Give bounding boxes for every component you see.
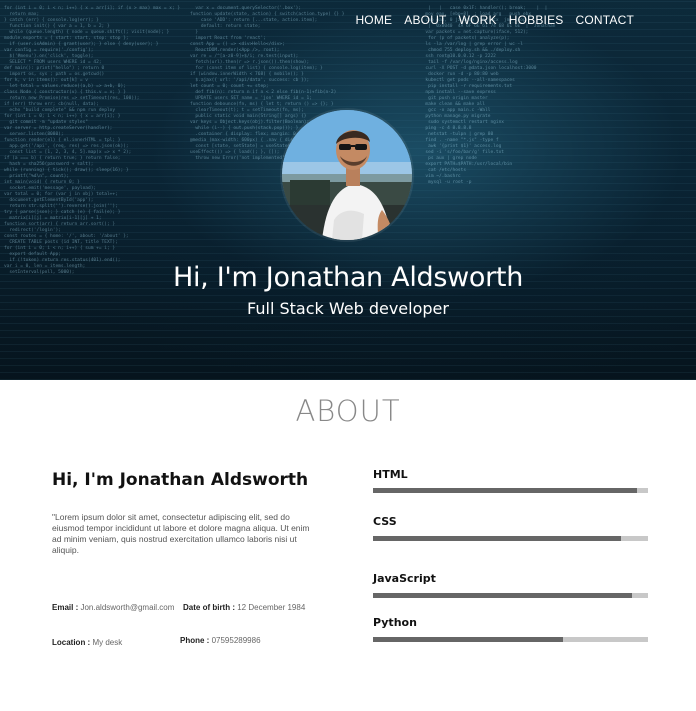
skill-fill-javascript	[373, 593, 632, 598]
profile-photo	[282, 110, 412, 240]
email-info: Email : Jon.aldsworth@gmail.com	[52, 603, 174, 612]
location-value: My desk	[92, 638, 123, 647]
location-label: Location :	[52, 638, 91, 647]
dob-info: Date of birth : 12 December 1984	[183, 603, 305, 612]
skill-bar-html	[373, 488, 648, 493]
code-background-left: for (int i = 0; i < n; i++) { x = arr[i]…	[4, 6, 181, 275]
skill-bar-css	[373, 536, 648, 541]
dob-label: Date of birth :	[183, 603, 235, 612]
profile-photo-illustration	[282, 110, 412, 240]
skill-label-html: HTML	[373, 468, 408, 481]
code-background-right: | | case 0x1F: handler(); break; | | mov…	[425, 6, 556, 185]
phone-label: Phone :	[180, 636, 210, 645]
email-value: Jon.aldsworth@gmail.com	[80, 603, 175, 612]
nav-home[interactable]: HOME	[355, 13, 392, 27]
email-label: Email :	[52, 603, 79, 612]
skill-bar-javascript	[373, 593, 648, 598]
dob-value: 12 December 1984	[237, 603, 306, 612]
skill-label-python: Python	[373, 616, 417, 629]
phone-info: Phone : 07595289986	[180, 636, 261, 645]
about-section-title: ABOUT	[295, 394, 401, 428]
skill-fill-html	[373, 488, 637, 493]
skill-fill-css	[373, 536, 621, 541]
nav-hobbies[interactable]: HOBBIES	[509, 13, 564, 27]
skill-label-javascript: JavaScript	[373, 572, 436, 585]
phone-value: 07595289986	[211, 636, 261, 645]
hero-section: for (int i = 0; i < n; i++) { x = arr[i]…	[0, 0, 696, 380]
nav-contact[interactable]: CONTACT	[575, 13, 634, 27]
nav-work[interactable]: WORK	[459, 13, 497, 27]
skill-label-css: CSS	[373, 515, 397, 528]
hero-title: Hi, I'm Jonathan Aldsworth	[172, 262, 524, 293]
hero-subtitle: Full Stack Web developer	[247, 299, 449, 318]
about-description: "Lorem ipsum dolor sit amet, consectetur…	[52, 512, 310, 555]
main-nav: HOME ABOUT WORK HOBBIES CONTACT	[355, 13, 634, 27]
about-heading: Hi, I'm Jonathan Aldsworth	[52, 470, 309, 490]
skill-bar-python	[373, 637, 648, 642]
skill-fill-python	[373, 637, 563, 642]
nav-about[interactable]: ABOUT	[404, 13, 446, 27]
location-info: Location : My desk	[52, 638, 122, 647]
